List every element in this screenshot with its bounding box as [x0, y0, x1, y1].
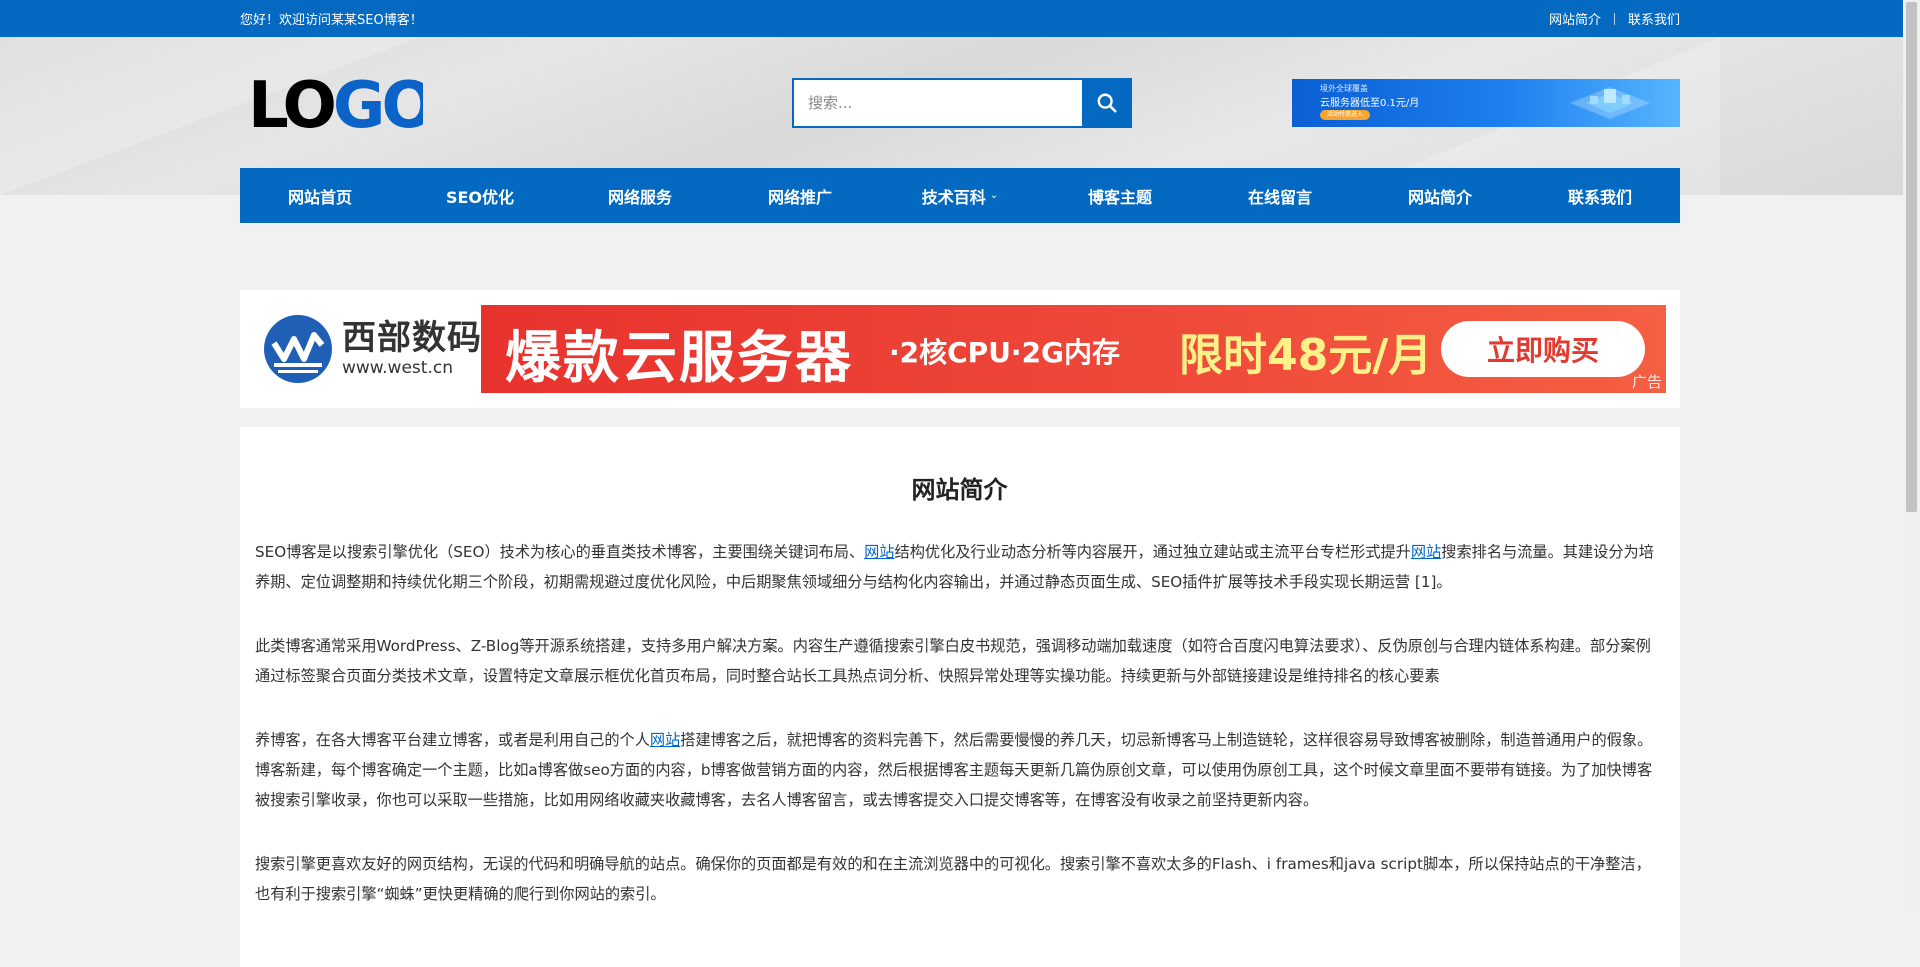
welcome-text: 您好！欢迎访问某某SEO博客！: [240, 13, 423, 28]
ad-spec: ·2核CPU·2G内存: [889, 336, 1121, 369]
top-links: 网站简介 联系我们: [1549, 9, 1680, 28]
header-ad-line2: 云服务器低至0.1元/月: [1320, 98, 1420, 109]
article-section: 网站简介 SEO博客是以搜索引擎优化（SEO）技术为核心的垂直类技术博客，主要围…: [0, 427, 1920, 967]
page-title: 网站简介: [911, 476, 1008, 504]
nav-label: SEO优化: [445, 187, 515, 207]
text-segment: 结构优化及行业动态分析等内容展开，通过独立建站或主流平台专栏形式提升: [894, 543, 1411, 561]
nav-item-promotion[interactable]: 网络推广: [720, 168, 880, 223]
article-card: 网站简介 SEO博客是以搜索引擎优化（SEO）技术为核心的垂直类技术博客，主要围…: [240, 427, 1680, 967]
main-nav: 网站首页 SEO优化 网络服务 网络推广 技术百科 ⌄ 博客主题 在线留言 网站简…: [0, 168, 1920, 223]
nav-item-home[interactable]: 网站首页: [240, 168, 400, 223]
svg-text:LOGO: LOGO: [248, 74, 423, 132]
west-brand-text: 西部数码 www.west.cn: [342, 319, 482, 379]
top-bar: 您好！欢迎访问某某SEO博客！ 网站简介 联系我们: [0, 0, 1920, 37]
search-button[interactable]: [1082, 78, 1132, 128]
top-link-contact[interactable]: 联系我们: [1628, 9, 1680, 28]
top-link-about[interactable]: 网站简介: [1549, 9, 1601, 28]
inline-link-website[interactable]: 网站: [650, 731, 680, 749]
article-paragraph-1: SEO博客是以搜索引擎优化（SEO）技术为核心的垂直类技术博客，主要围绕关键词布…: [255, 537, 1664, 597]
west-brand-name: 西部数码: [342, 318, 482, 358]
nav-label: 联系我们: [1567, 187, 1632, 207]
chevron-down-icon: ⌄: [989, 190, 999, 201]
header-ad-line1: 境外全球覆盖: [1320, 84, 1368, 93]
nav-item-network-service[interactable]: 网络服务: [560, 168, 720, 223]
article-paragraph-4: 搜索引擎更喜欢友好的网页结构，无误的代码和明确导航的站点。确保你的页面都是有效的…: [255, 855, 1651, 903]
page-scrollbar[interactable]: [1903, 0, 1920, 912]
nav-item-blog-theme[interactable]: 博客主题: [1040, 168, 1200, 223]
ad-banner[interactable]: 西部数码 www.west.cn 爆款云服务器 ·2核CPU·2G内存 限时48…: [240, 290, 1680, 408]
buy-now-button[interactable]: 立即购买: [1441, 321, 1645, 377]
nav-item-seo[interactable]: SEO优化: [400, 168, 560, 223]
header-ad-button[interactable]: 活动特惠进入: [1320, 110, 1370, 120]
ad-headline: 爆款云服务器: [505, 326, 853, 391]
search-box: [792, 78, 1142, 128]
nav-label: 网站首页: [287, 187, 352, 207]
article-paragraph-2: 此类博客通常采用WordPress、Z-Blog等开源系统搭建，支持多用户解决方…: [255, 637, 1651, 685]
nav-label: 技术百科: [921, 187, 986, 207]
scrollbar-thumb[interactable]: [1906, 2, 1917, 512]
nav-label: 网络服务: [607, 187, 672, 207]
header-ad-banner[interactable]: 境外全球覆盖 云服务器低至0.1元/月 活动特惠进入: [1292, 79, 1680, 127]
article-paragraph-3: 养博客，在各大博客平台建立博客，或者是利用自己的个人网站搭建博客之后，就把博客的…: [255, 725, 1664, 815]
ad-tag: 广告: [1631, 373, 1662, 391]
cloud-server-illustration: [1570, 87, 1650, 119]
top-link-divider: [1613, 12, 1615, 25]
nav-item-contact[interactable]: 联系我们: [1520, 168, 1680, 223]
text-segment: SEO博客是以搜索引擎优化（SEO）技术为核心的垂直类技术博客，主要围绕关键词布…: [255, 543, 865, 561]
inline-link-website[interactable]: 网站: [1411, 543, 1441, 561]
text-segment: 养博客，在各大博客平台建立博客，或者是利用自己的个人: [255, 731, 650, 749]
nav-label: 网站简介: [1407, 187, 1472, 207]
nav-label: 网络推广: [767, 187, 832, 207]
search-icon: [1097, 93, 1117, 113]
site-logo[interactable]: LOGO: [248, 74, 423, 132]
nav-item-tech-wiki[interactable]: 技术百科 ⌄: [880, 168, 1040, 223]
search-input[interactable]: [792, 78, 1082, 128]
nav-label: 博客主题: [1087, 187, 1152, 207]
nav-item-about[interactable]: 网站简介: [1360, 168, 1520, 223]
nav-label: 在线留言: [1247, 187, 1312, 207]
ad-price: 限时48元/月: [1179, 330, 1433, 381]
west-brand: 西部数码 www.west.cn: [262, 314, 492, 384]
ad-section: 西部数码 www.west.cn 爆款云服务器 ·2核CPU·2G内存 限时48…: [0, 290, 1920, 408]
west-brand-url: www.west.cn: [342, 358, 453, 378]
ad-promo[interactable]: 爆款云服务器 ·2核CPU·2G内存 限时48元/月 立即购买 广告: [481, 305, 1666, 393]
nav-item-guestbook[interactable]: 在线留言: [1200, 168, 1360, 223]
inline-link-website[interactable]: 网站: [864, 543, 894, 561]
west-logo-icon: [264, 315, 332, 383]
